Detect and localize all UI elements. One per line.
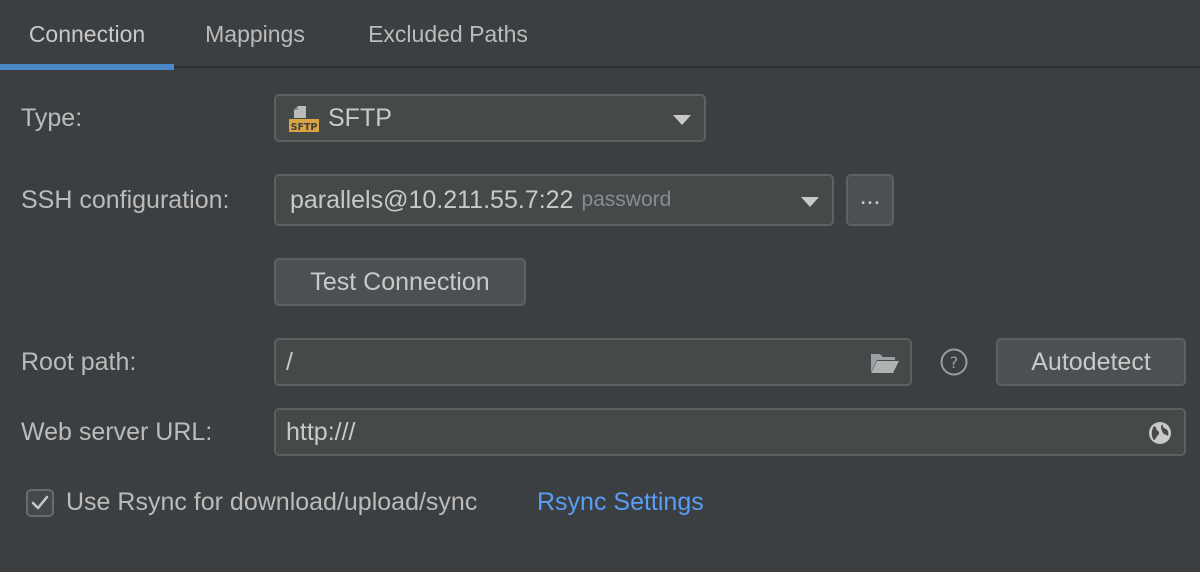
checkmark-icon <box>31 495 49 510</box>
tab-connection[interactable]: Connection <box>0 0 174 70</box>
tab-excluded-paths[interactable]: Excluded Paths <box>350 0 546 68</box>
chevron-down-icon <box>673 115 691 125</box>
sftp-icon: SFTP <box>288 105 320 133</box>
ssh-auth-hint: password <box>581 188 672 211</box>
type-select[interactable]: SFTP SFTP <box>274 94 706 142</box>
autodetect-label: Autodetect <box>1031 347 1151 376</box>
ssh-configuration-label: SSH configuration: <box>21 186 230 214</box>
test-connection-button[interactable]: Test Connection <box>274 258 526 306</box>
ssh-configuration-select[interactable]: parallels@10.211.55.7:22 password <box>274 174 834 226</box>
ssh-host: parallels@10.211.55.7:22 <box>290 185 574 214</box>
ssh-browse-label: ... <box>859 181 881 210</box>
rsync-label[interactable]: Use Rsync for download/upload/sync <box>66 488 477 517</box>
web-server-url-label: Web server URL: <box>21 418 213 446</box>
root-path-input[interactable]: / <box>274 338 912 386</box>
svg-text:SFTP: SFTP <box>291 122 318 133</box>
tab-connection-label: Connection <box>28 20 146 47</box>
rsync-checkbox[interactable] <box>26 489 54 517</box>
chevron-down-icon <box>801 197 819 207</box>
ssh-configuration-value: parallels@10.211.55.7:22 password <box>290 176 671 224</box>
rsync-settings-link[interactable]: Rsync Settings <box>537 488 704 517</box>
tab-mappings-label: Mappings <box>205 20 305 47</box>
ssh-browse-button[interactable]: ... <box>846 174 894 226</box>
svg-text:?: ? <box>950 353 959 372</box>
folder-icon[interactable] <box>870 351 900 375</box>
root-path-value: / <box>286 347 293 376</box>
tab-bar: Connection Mappings Excluded Paths <box>0 0 1200 70</box>
help-icon[interactable]: ? <box>940 348 968 376</box>
deployment-settings-panel: Connection Mappings Excluded Paths Type:… <box>0 0 1200 572</box>
tab-excluded-paths-label: Excluded Paths <box>368 20 528 47</box>
web-server-url-input[interactable]: http:/// <box>274 408 1186 456</box>
globe-icon[interactable] <box>1148 421 1172 445</box>
root-path-label: Root path: <box>21 348 137 376</box>
type-value: SFTP <box>328 103 392 132</box>
web-server-url-value: http:/// <box>286 417 356 446</box>
test-connection-label: Test Connection <box>310 267 490 296</box>
autodetect-button[interactable]: Autodetect <box>996 338 1186 386</box>
tab-mappings[interactable]: Mappings <box>186 0 324 68</box>
type-label: Type: <box>21 104 83 132</box>
